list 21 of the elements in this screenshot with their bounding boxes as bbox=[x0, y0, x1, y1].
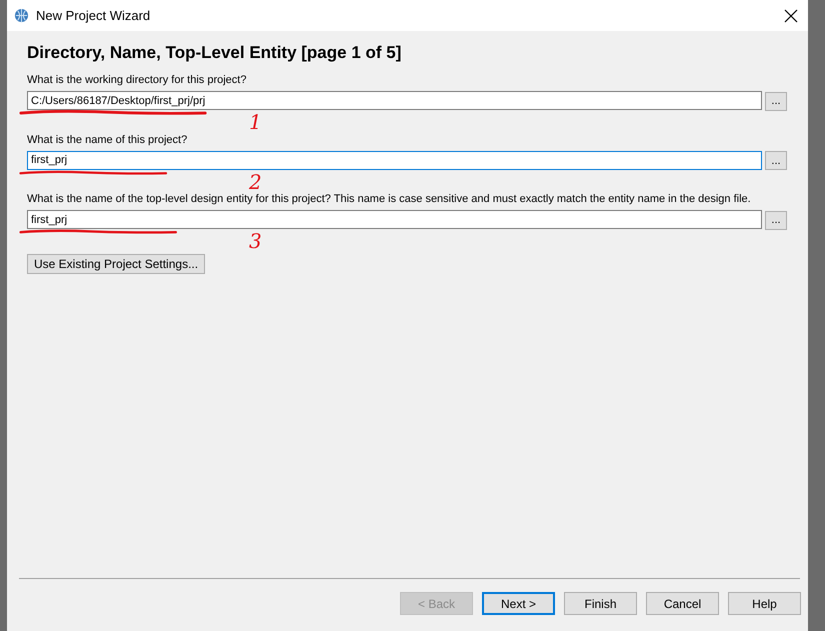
browse-button[interactable]: ... bbox=[765, 210, 787, 230]
annotation-number: 1 bbox=[249, 112, 262, 133]
annotation-number: 2 bbox=[249, 172, 262, 192]
input-field[interactable]: first_prj bbox=[27, 210, 762, 230]
input-field[interactable]: first_prj bbox=[27, 150, 762, 170]
field-label: What is the name of the top-level design entity for this project? This name is case sensitive and must exactly match the entity name in the design file. bbox=[27, 192, 752, 206]
globe-icon bbox=[14, 8, 29, 23]
finish-button[interactable]: Finish bbox=[564, 592, 637, 615]
field-label: What is the working directory for this project? bbox=[27, 73, 248, 87]
browse-button[interactable]: ... bbox=[765, 151, 787, 170]
browse-button[interactable]: ... bbox=[765, 92, 787, 110]
annotation-number: 3 bbox=[249, 231, 262, 252]
window-title: New Project Wizard bbox=[36, 8, 150, 23]
page-heading: Directory, Name, Top-Level Entity [page 1 of 5] bbox=[27, 43, 402, 63]
help-button[interactable]: Help bbox=[728, 592, 801, 615]
field-label: What is the name of this project? bbox=[27, 132, 188, 146]
close-icon[interactable] bbox=[784, 8, 798, 22]
cancel-button[interactable]: Cancel bbox=[646, 592, 719, 615]
input-field[interactable]: C:/Users/86187/Desktop/first_prj/prj bbox=[27, 91, 762, 110]
next-button[interactable]: Next > bbox=[482, 592, 555, 615]
use-existing-settings-button[interactable]: Use Existing Project Settings... bbox=[27, 254, 206, 274]
